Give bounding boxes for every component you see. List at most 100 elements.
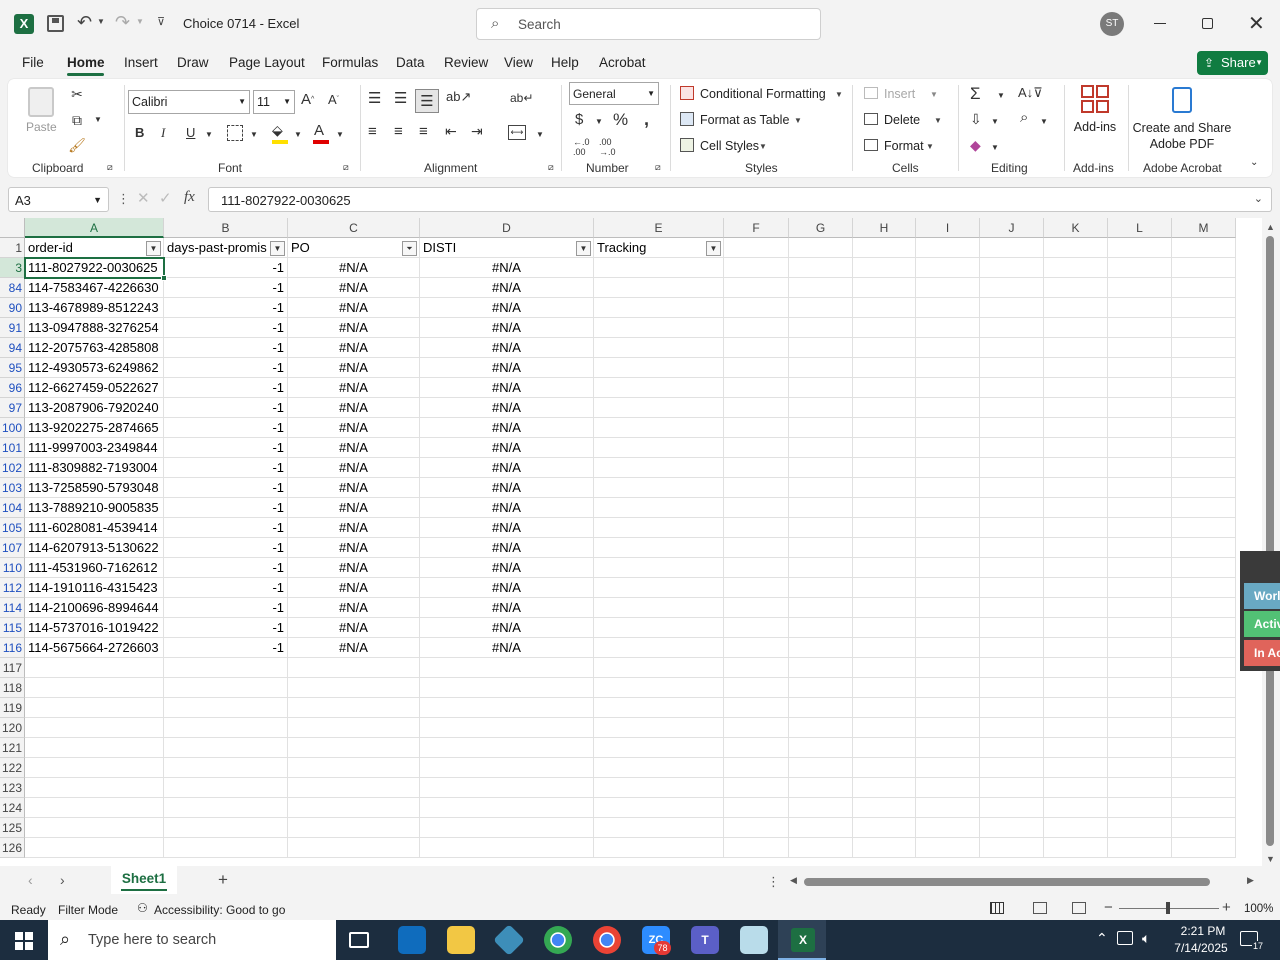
table-cell[interactable]: #N/A	[288, 438, 420, 458]
fill-color-dropdown-icon[interactable]: ▼	[294, 130, 302, 139]
empty-cell[interactable]	[1172, 298, 1236, 318]
empty-cell[interactable]	[594, 378, 724, 398]
vertical-scroll-thumb[interactable]	[1266, 236, 1274, 846]
empty-cell[interactable]	[594, 538, 724, 558]
empty-cell[interactable]	[789, 818, 853, 838]
table-cell[interactable]: -1	[164, 258, 288, 278]
file-explorer-icon[interactable]	[447, 926, 475, 954]
empty-cell[interactable]	[1044, 498, 1108, 518]
empty-cell[interactable]	[1172, 538, 1236, 558]
empty-cell[interactable]	[853, 718, 916, 738]
empty-cell[interactable]	[724, 298, 789, 318]
number-format-select[interactable]: General ▼	[569, 82, 659, 105]
empty-cell[interactable]	[916, 418, 980, 438]
empty-cell[interactable]	[594, 438, 724, 458]
row-header[interactable]: 84	[0, 278, 25, 298]
empty-cell[interactable]	[1108, 278, 1172, 298]
table-cell[interactable]: #N/A	[288, 458, 420, 478]
select-all-corner[interactable]	[0, 218, 25, 238]
borders-dropdown-icon[interactable]: ▼	[250, 130, 258, 139]
empty-cell[interactable]	[980, 298, 1044, 318]
addins-button[interactable]: Add-ins	[1072, 85, 1118, 140]
empty-cell[interactable]	[980, 338, 1044, 358]
empty-cell[interactable]	[980, 818, 1044, 838]
empty-cell[interactable]	[420, 738, 594, 758]
sort-filter-icon[interactable]: A↓⊽	[1018, 85, 1043, 101]
table-cell[interactable]: -1	[164, 478, 288, 498]
empty-cell[interactable]	[853, 398, 916, 418]
empty-cell[interactable]	[789, 498, 853, 518]
table-cell[interactable]: #N/A	[420, 278, 594, 298]
empty-cell[interactable]	[789, 538, 853, 558]
search-box[interactable]: ⌕ Search	[476, 8, 821, 40]
empty-cell[interactable]	[916, 738, 980, 758]
column-header-j[interactable]: J	[980, 218, 1044, 238]
table-cell[interactable]: 114-5675664-2726603	[25, 638, 164, 658]
empty-cell[interactable]	[594, 278, 724, 298]
empty-cell[interactable]	[288, 758, 420, 778]
empty-cell[interactable]	[853, 418, 916, 438]
empty-cell[interactable]	[980, 698, 1044, 718]
empty-cell[interactable]	[1108, 458, 1172, 478]
cut-icon[interactable]: ✂	[68, 85, 86, 103]
table-cell[interactable]: 114-1910116-4315423	[25, 578, 164, 598]
row-header[interactable]: 105	[0, 518, 25, 538]
empty-cell[interactable]	[724, 798, 789, 818]
clear-icon[interactable]: ◆	[970, 137, 981, 154]
chrome-profile-icon[interactable]	[593, 926, 621, 954]
empty-cell[interactable]	[789, 778, 853, 798]
clock-time[interactable]: 2:21 PM	[1172, 924, 1234, 938]
chrome-icon[interactable]	[544, 926, 572, 954]
empty-cell[interactable]	[1108, 778, 1172, 798]
empty-cell[interactable]	[594, 358, 724, 378]
empty-cell[interactable]	[1044, 538, 1108, 558]
empty-cell[interactable]	[288, 778, 420, 798]
fill-color-icon[interactable]: ⬙	[272, 122, 283, 139]
copy-dropdown-icon[interactable]: ▼	[94, 115, 102, 124]
empty-cell[interactable]	[1172, 558, 1236, 578]
empty-cell[interactable]	[980, 538, 1044, 558]
column-header-g[interactable]: G	[789, 218, 853, 238]
expand-formula-icon[interactable]: ⌄	[1254, 192, 1263, 205]
empty-cell[interactable]	[1108, 598, 1172, 618]
empty-cell[interactable]	[594, 398, 724, 418]
empty-cell[interactable]	[724, 658, 789, 678]
table-cell[interactable]: 113-9202275-2874665	[25, 418, 164, 438]
empty-cell[interactable]	[1044, 398, 1108, 418]
empty-cell[interactable]	[288, 838, 420, 858]
clipboard-launcher-icon[interactable]: ⧄	[107, 162, 113, 173]
table-cell[interactable]: 113-7889210-9005835	[25, 498, 164, 518]
empty-cell[interactable]	[1108, 258, 1172, 278]
filter-dropdown-icon[interactable]: ▼	[146, 241, 161, 256]
empty-cell[interactable]	[1172, 578, 1236, 598]
empty-cell[interactable]	[724, 818, 789, 838]
page-layout-view-icon[interactable]	[1033, 902, 1047, 914]
redo-dropdown-icon[interactable]: ▼	[136, 17, 144, 26]
clock-date[interactable]: 7/14/2025	[1168, 941, 1234, 955]
delete-cells-button[interactable]: Delete ▼	[864, 111, 942, 131]
empty-cell[interactable]	[853, 378, 916, 398]
empty-cell[interactable]	[980, 478, 1044, 498]
row-header[interactable]: 3	[0, 258, 25, 278]
currency-icon[interactable]: $	[575, 111, 583, 128]
scroll-up-icon[interactable]: ▲	[1266, 222, 1275, 232]
empty-cell[interactable]	[724, 578, 789, 598]
row-header[interactable]: 90	[0, 298, 25, 318]
empty-cell[interactable]	[1044, 818, 1108, 838]
empty-cell[interactable]	[1044, 558, 1108, 578]
empty-cell[interactable]	[594, 458, 724, 478]
empty-cell[interactable]	[420, 718, 594, 738]
empty-cell[interactable]	[164, 678, 288, 698]
empty-cell[interactable]	[853, 338, 916, 358]
empty-cell[interactable]	[980, 798, 1044, 818]
empty-cell[interactable]	[853, 438, 916, 458]
row-header[interactable]: 96	[0, 378, 25, 398]
row-header[interactable]: 121	[0, 738, 25, 758]
empty-cell[interactable]	[1172, 698, 1236, 718]
empty-cell[interactable]	[594, 658, 724, 678]
empty-cell[interactable]	[980, 498, 1044, 518]
paste-button[interactable]: Paste	[26, 87, 57, 142]
empty-cell[interactable]	[1108, 518, 1172, 538]
volume-icon[interactable]: 🔈︎	[1142, 930, 1150, 947]
empty-cell[interactable]	[980, 658, 1044, 678]
